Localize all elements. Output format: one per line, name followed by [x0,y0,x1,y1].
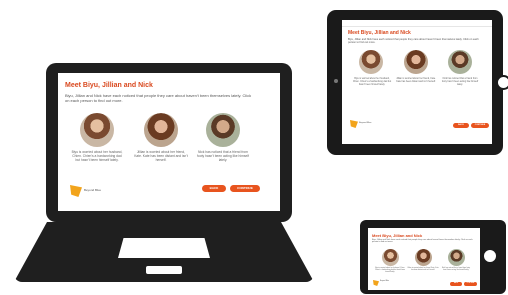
person-avatar-jillian[interactable] [404,50,428,74]
person-text-biyu: Biyu is worried about her husband, Chien… [71,150,123,162]
continue-button[interactable]: CONTINUE [471,123,489,128]
person-text-nick: Nick has noticed that a friend from foot… [197,150,249,162]
person-avatar-jillian[interactable] [415,249,432,266]
person-text-jillian: Jillian is worried about her friend, Kat… [396,78,436,83]
page-title: Meet Biyu, Jillian and Nick [372,233,423,238]
person-text-nick: Nick has noticed that a friend from foot… [441,268,471,271]
logo-icon [350,120,358,128]
logo-icon [373,280,379,286]
logo-text: Beyond Blue [359,122,372,124]
page-description: Biyu, Jillian and Nick have each noticed… [65,93,252,103]
person-avatar-biyu[interactable] [382,249,399,266]
person-avatar-nick[interactable] [448,50,472,74]
tablet-screen: Meet Biyu, Jillian and Nick Biyu, Jillia… [342,20,492,144]
page-title: Meet Biyu, Jillian and Nick [65,82,153,89]
person-avatar-biyu[interactable] [359,50,383,74]
page-description: Biyu, Jillian and Nick have each noticed… [372,239,473,244]
person-avatar-nick[interactable] [448,249,465,266]
person-text-nick: Nick has noticed that a friend from foot… [441,78,479,86]
page-title: Meet Biyu, Jillian and Nick [348,30,411,36]
laptop-screen: Meet Biyu, Jillian and Nick Biyu, Jillia… [58,73,280,211]
back-button[interactable]: BACK [202,185,226,192]
back-button[interactable]: BACK [453,123,469,128]
logo-text: Beyond Blue [84,188,102,192]
person-text-biyu: Biyu is worried about her husband, Chien… [374,268,406,273]
continue-button[interactable]: CONTINUE [230,185,260,192]
person-avatar-nick[interactable] [206,113,240,147]
person-avatar-jillian[interactable] [144,113,178,147]
logo-icon [70,185,82,197]
person-text-jillian: Jillian is worried about her friend, Kat… [407,268,439,271]
person-text-biyu: Biyu is worried about her husband, Chien… [352,78,392,86]
logo-text: Beyond Blue [380,281,390,282]
tablet-camera-icon [334,79,338,83]
tablet-home-button[interactable] [496,75,508,90]
person-avatar-biyu[interactable] [80,113,114,147]
tablet-header-bar [342,20,492,27]
phone-home-button[interactable] [484,250,496,262]
phone-screen: Meet Biyu, Jillian and Nick Biyu, Jillia… [368,228,480,290]
back-button[interactable]: BACK [450,282,462,286]
page-description: Biyu, Jillian and Nick have each noticed… [348,38,479,45]
continue-button[interactable]: CONTINUE [464,282,477,286]
laptop-notch [146,266,182,274]
laptop-trackpad [118,238,210,258]
person-text-jillian: Jillian is worried about her friend, Kat… [134,150,188,162]
